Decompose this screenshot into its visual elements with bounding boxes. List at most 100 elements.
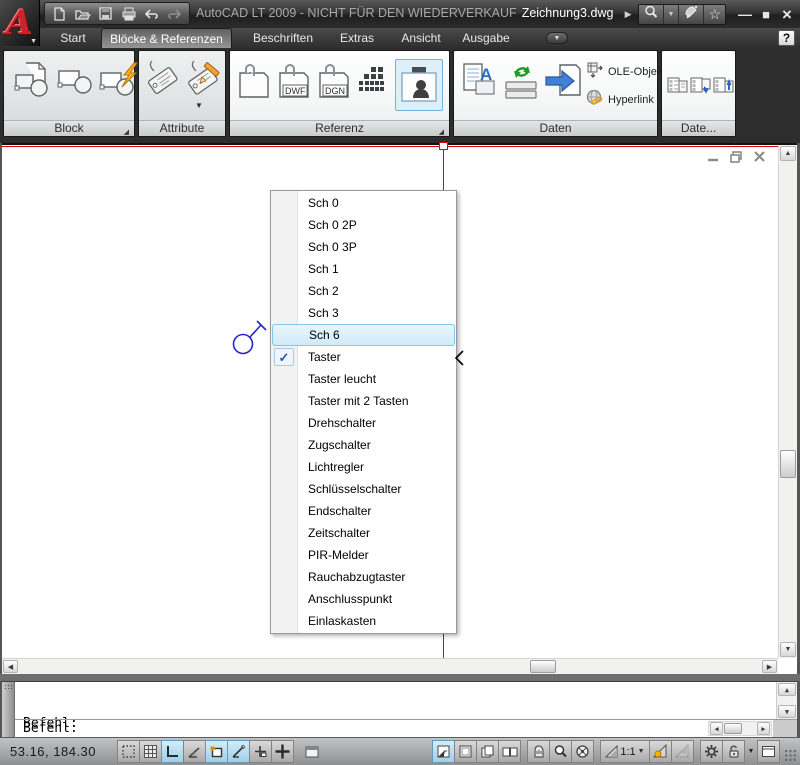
panel-attribute-label[interactable]: Attribute	[139, 120, 225, 136]
window-resize-grip[interactable]	[784, 749, 797, 762]
menu-item[interactable]: Anschlusspunkt	[271, 588, 456, 610]
attach-dgn-button[interactable]: DGN	[316, 63, 352, 101]
attribute-flyout-button[interactable]: ▼	[195, 101, 203, 110]
attach-xref-button[interactable]	[236, 63, 272, 101]
viewport-restore-button[interactable]	[729, 150, 744, 164]
osnap-toggle-button[interactable]	[205, 740, 228, 763]
polar-toggle-button[interactable]	[183, 740, 206, 763]
edit-attribute-button[interactable]	[184, 55, 224, 99]
annotation-scale-button[interactable]: 1:1 ▼	[600, 740, 650, 763]
tab-bloecke-referenzen[interactable]: Blöcke & Referenzen	[101, 28, 232, 48]
undo-button[interactable]	[141, 4, 163, 24]
panel-datenextraktion-label[interactable]: Date...	[662, 120, 735, 136]
block-editor-button[interactable]	[98, 61, 138, 101]
scroll-left-button[interactable]: ◀	[3, 660, 18, 673]
zoom-button[interactable]	[549, 740, 572, 763]
snap-toggle-button[interactable]	[117, 740, 140, 763]
define-attribute-button[interactable]	[144, 57, 182, 99]
switch-symbol-drawing[interactable]	[226, 312, 272, 358]
menu-item[interactable]: Einlaskasten	[271, 610, 456, 632]
panel-referenz-label[interactable]: Referenz ◢	[230, 120, 449, 136]
print-button[interactable]	[118, 4, 140, 24]
vertical-scroll-thumb[interactable]	[780, 450, 796, 478]
panel-daten-label[interactable]: Daten	[454, 120, 657, 136]
application-menu-button[interactable]: A ▼	[0, 0, 40, 46]
ribbon-options-dropdown[interactable]: ▼	[546, 32, 568, 44]
status-bar-menu-button[interactable]: ▼	[744, 740, 758, 763]
viewport-close-button[interactable]	[752, 150, 767, 164]
update-fields-button[interactable]	[502, 63, 540, 101]
maximize-button[interactable]: ■	[759, 8, 773, 21]
menu-item[interactable]: Schlüsselschalter	[271, 478, 456, 500]
field-button[interactable]: A	[460, 61, 498, 101]
coordinate-display[interactable]: 53.16, 184.30	[10, 744, 118, 759]
menu-item[interactable]: Rauchabzugtaster	[271, 566, 456, 588]
hyperlink-button[interactable]: Hyperlink	[586, 89, 654, 110]
search-dropdown-button[interactable]: ▼	[664, 5, 680, 24]
scroll-down-button[interactable]: ▼	[780, 642, 796, 657]
minimize-button[interactable]: —	[738, 7, 752, 21]
grid-toggle-button[interactable]	[139, 740, 162, 763]
menu-item[interactable]: Lichtregler	[271, 456, 456, 478]
menu-item[interactable]: Taster mit 2 Tasten	[271, 390, 456, 412]
ducs-toggle-button[interactable]	[249, 740, 272, 763]
export-data-button[interactable]	[544, 61, 584, 101]
tab-ausgabe[interactable]: Ausgabe	[455, 28, 517, 48]
save-button[interactable]	[94, 4, 116, 24]
steering-wheel-button[interactable]	[571, 740, 594, 763]
horizontal-scroll-thumb[interactable]	[530, 660, 556, 673]
layout2-tab-button[interactable]	[476, 740, 499, 763]
new-file-button[interactable]	[48, 4, 70, 24]
tab-start[interactable]: Start	[46, 28, 100, 48]
quick-view-button[interactable]	[498, 740, 521, 763]
lineweight-toggle-button[interactable]	[300, 740, 323, 763]
command-scroll-right-button[interactable]: ▶	[757, 722, 770, 735]
pan-button[interactable]	[527, 740, 550, 763]
command-horizontal-scrollbar[interactable]: ◀ ▶	[708, 721, 772, 736]
menu-item[interactable]: Zugschalter	[271, 434, 456, 456]
horizontal-scrollbar[interactable]: ◀ ▶	[2, 658, 778, 674]
panel-block-label[interactable]: Block ◢	[4, 120, 134, 136]
menu-item[interactable]: Sch 2	[271, 280, 456, 302]
menu-item-checked[interactable]: ✓ Taster	[271, 346, 456, 368]
command-scroll-up-button[interactable]: ▲	[778, 683, 796, 696]
menu-item[interactable]: Sch 0	[271, 192, 456, 214]
menu-item[interactable]: Zeitschalter	[271, 522, 456, 544]
tab-beschriften[interactable]: Beschriften	[242, 28, 324, 48]
menu-item[interactable]: Sch 0 2P	[271, 214, 456, 236]
command-hscroll-thumb[interactable]	[724, 723, 742, 734]
help-button[interactable]: ?	[778, 30, 795, 46]
otrack-toggle-button[interactable]	[227, 740, 250, 763]
command-input-line[interactable]: Befehl:	[15, 720, 78, 738]
ortho-toggle-button[interactable]	[161, 740, 184, 763]
insert-block-button[interactable]	[12, 59, 52, 103]
toolbar-lock-button[interactable]	[722, 740, 745, 763]
command-window-grip[interactable]	[2, 682, 15, 737]
redo-button[interactable]	[164, 4, 186, 24]
tab-extras[interactable]: Extras	[329, 28, 385, 48]
close-button[interactable]: ×	[780, 6, 794, 23]
viewport-minimize-button[interactable]	[706, 150, 721, 164]
annotation-autoscale-button[interactable]	[671, 740, 694, 763]
command-scroll-down-button[interactable]: ▼	[778, 705, 796, 718]
attach-dwf-button[interactable]: DWF	[276, 63, 312, 101]
command-window[interactable]: Befehl: Befehl: *Abbruch* ▲ ▼ Befehl: ◀ …	[2, 681, 797, 737]
open-file-button[interactable]	[71, 4, 93, 24]
model-tab-button[interactable]	[432, 740, 455, 763]
favorites-button[interactable]: ☆	[704, 5, 725, 24]
command-scroll-left-button[interactable]: ◀	[710, 722, 723, 735]
create-block-button[interactable]	[56, 63, 94, 101]
clean-screen-button[interactable]	[757, 740, 780, 763]
attach-image-button[interactable]	[395, 59, 443, 111]
tab-ansicht[interactable]: Ansicht	[391, 28, 451, 48]
menu-item[interactable]: Sch 3	[271, 302, 456, 324]
menu-item[interactable]: PIR-Melder	[271, 544, 456, 566]
menu-item[interactable]: Drehschalter	[271, 412, 456, 434]
ole-object-button[interactable]: OLE-Objekt	[586, 61, 665, 82]
search-button[interactable]	[639, 5, 664, 24]
layout1-tab-button[interactable]	[454, 740, 477, 763]
menu-item-selected[interactable]: Sch 6	[272, 324, 455, 346]
scroll-right-button[interactable]: ▶	[762, 660, 777, 673]
dynamic-input-toggle-button[interactable]	[271, 740, 294, 763]
table-button[interactable]	[357, 65, 389, 97]
